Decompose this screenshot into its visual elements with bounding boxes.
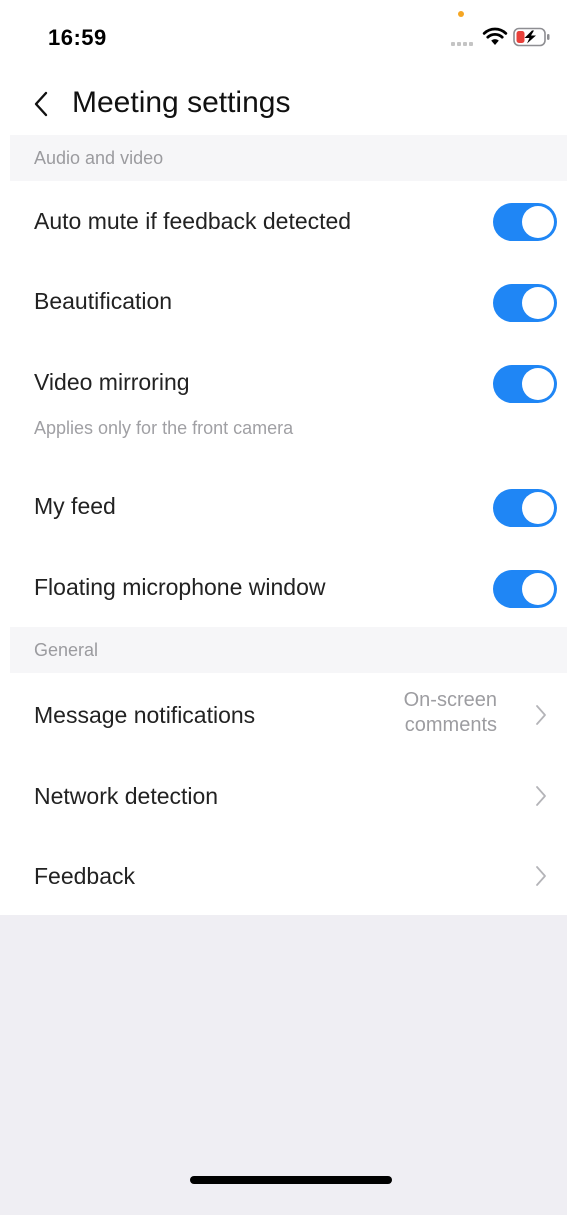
mic-indicator-dot bbox=[458, 11, 464, 17]
home-indicator[interactable] bbox=[190, 1176, 392, 1184]
setting-label: Network detection bbox=[34, 783, 219, 809]
chevron-right-icon bbox=[536, 705, 546, 725]
section-header-audio-video: Audio and video bbox=[10, 135, 567, 181]
toggle-knob bbox=[522, 492, 554, 524]
video-mirroring-toggle[interactable] bbox=[493, 365, 557, 403]
chevron-right-icon bbox=[536, 786, 546, 806]
setting-label: Beautification bbox=[34, 288, 173, 314]
setting-subtitle: Applies only for the front camera bbox=[34, 418, 294, 438]
toggle-knob bbox=[522, 206, 554, 238]
back-chevron-icon[interactable] bbox=[30, 90, 52, 118]
setting-row-video-mirroring: Video mirroring Applies only for the fro… bbox=[0, 341, 567, 465]
setting-row-feedback[interactable]: Feedback bbox=[0, 835, 567, 915]
section-header-general: General bbox=[10, 627, 567, 673]
setting-label: Feedback bbox=[34, 863, 136, 889]
setting-label: Message notifications bbox=[34, 702, 256, 728]
my-feed-toggle[interactable] bbox=[493, 489, 557, 527]
setting-label: Floating microphone window bbox=[34, 574, 326, 600]
setting-label: My feed bbox=[34, 493, 116, 519]
wifi-icon bbox=[482, 27, 508, 45]
section-title: General bbox=[34, 640, 99, 660]
setting-row-network-detection[interactable]: Network detection bbox=[0, 755, 567, 835]
status-bar: 16:59 bbox=[0, 0, 567, 70]
chevron-right-icon bbox=[536, 866, 546, 886]
auto-mute-toggle[interactable] bbox=[493, 203, 557, 241]
setting-row-beautification: Beautification bbox=[0, 261, 567, 341]
setting-row-my-feed: My feed bbox=[0, 466, 567, 546]
setting-row-message-notifications[interactable]: Message notifications On-screen comments bbox=[0, 673, 567, 755]
toggle-knob bbox=[522, 573, 554, 605]
cell-signal-icon bbox=[451, 40, 477, 46]
setting-value-line: On-screen bbox=[403, 689, 497, 711]
setting-value-line: comments bbox=[404, 714, 497, 736]
beautification-toggle[interactable] bbox=[493, 284, 557, 322]
setting-value: On-screen comments bbox=[367, 688, 497, 738]
battery-charging-icon bbox=[513, 27, 550, 47]
toggle-knob bbox=[522, 368, 554, 400]
setting-row-floating-mic: Floating microphone window bbox=[0, 547, 567, 627]
setting-label: Video mirroring bbox=[34, 369, 190, 395]
nav-header: Meeting settings bbox=[0, 78, 567, 134]
setting-row-auto-mute: Auto mute if feedback detected bbox=[0, 181, 567, 261]
section-title: Audio and video bbox=[34, 148, 164, 168]
floating-mic-toggle[interactable] bbox=[493, 570, 557, 608]
toggle-knob bbox=[522, 287, 554, 319]
status-time: 16:59 bbox=[48, 25, 107, 50]
page-title: Meeting settings bbox=[72, 86, 291, 119]
setting-label: Auto mute if feedback detected bbox=[34, 208, 352, 234]
